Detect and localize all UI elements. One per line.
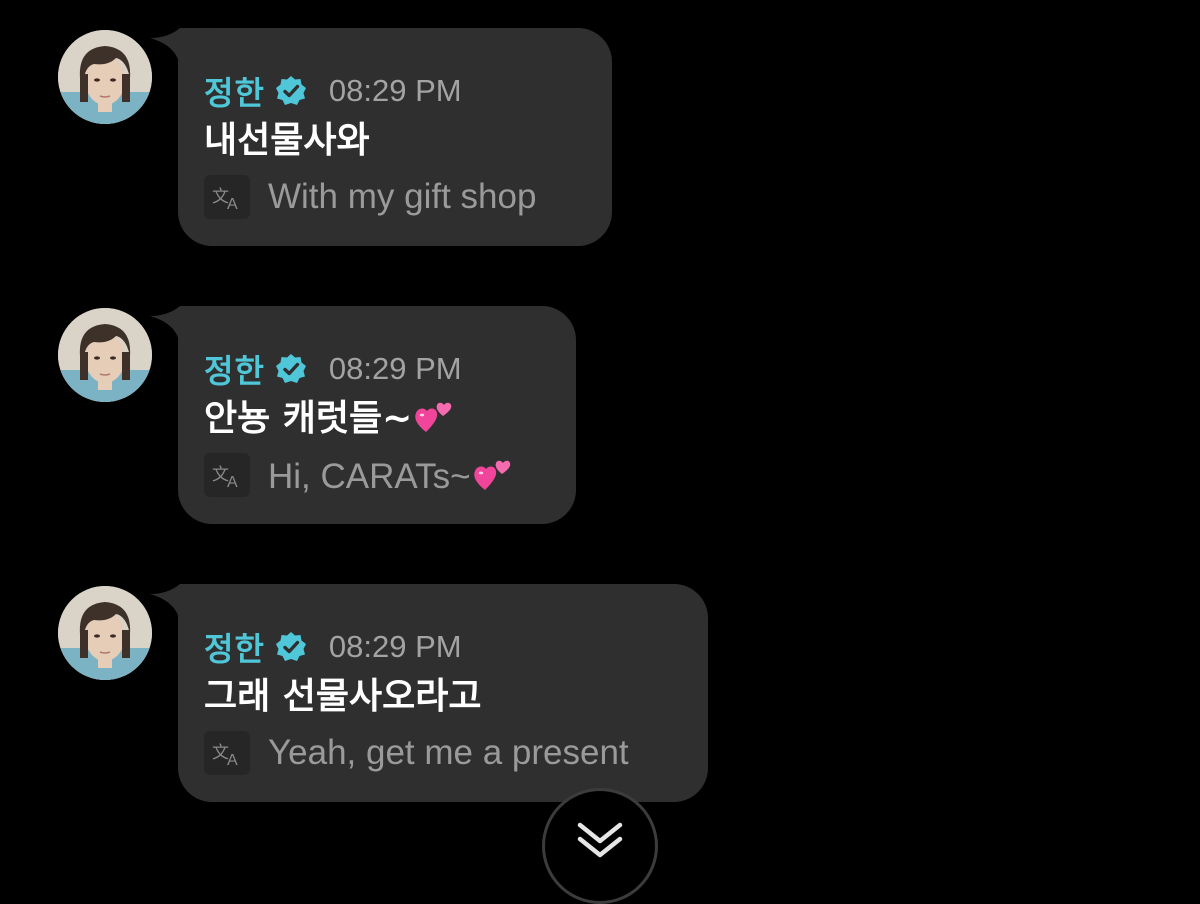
message-bubble[interactable]: 정한 08:29 PM 내선물사와 文 A With my gift shop bbox=[178, 28, 612, 246]
translate-icon[interactable]: 文 A bbox=[204, 731, 250, 775]
message-text-line: 안뇽 캐럿들~ bbox=[204, 394, 454, 444]
avatar[interactable] bbox=[58, 308, 152, 402]
sender-name[interactable]: 정한 bbox=[204, 624, 265, 670]
chat-thread: 정한 08:29 PM 내선물사와 文 A With my gift shop bbox=[0, 0, 1200, 904]
svg-text:A: A bbox=[227, 752, 238, 768]
message-bubble[interactable]: 정한 08:29 PM 안뇽 캐럿들~ 文 A Hi, CARATs~ bbox=[178, 306, 576, 524]
avatar[interactable] bbox=[58, 586, 152, 680]
message-header: 정한 08:29 PM bbox=[204, 66, 462, 116]
message-translation: Hi, CARATs~ bbox=[268, 456, 471, 496]
avatar-image bbox=[58, 308, 152, 402]
sender-name[interactable]: 정한 bbox=[204, 68, 265, 114]
message-translation-line: Hi, CARATs~ bbox=[268, 454, 513, 497]
message-text: 내선물사와 bbox=[204, 120, 370, 161]
translate-icon[interactable]: 文 A bbox=[204, 175, 250, 219]
translation-row: 文 A With my gift shop bbox=[204, 170, 536, 224]
message-translation: Yeah, get me a present bbox=[268, 733, 629, 772]
message-timestamp: 08:29 PM bbox=[328, 351, 462, 386]
message-timestamp: 08:29 PM bbox=[328, 73, 462, 108]
message-timestamp: 08:29 PM bbox=[328, 629, 462, 664]
svg-text:A: A bbox=[227, 474, 238, 490]
avatar-image bbox=[58, 586, 152, 680]
sender-name[interactable]: 정한 bbox=[204, 346, 265, 392]
message-text: 그래 선물사오라고 bbox=[204, 676, 482, 717]
message-text: 안뇽 캐럿들~ bbox=[204, 398, 413, 439]
scroll-to-bottom-button[interactable] bbox=[542, 788, 658, 904]
verified-badge-icon bbox=[275, 632, 306, 661]
two-hearts-emoji bbox=[415, 402, 452, 432]
double-chevron-down-icon bbox=[577, 822, 623, 858]
message-bubble[interactable]: 정한 08:29 PM 그래 선물사오라고 文 A Yeah, get me a… bbox=[178, 584, 708, 802]
message-translation: With my gift shop bbox=[268, 177, 537, 216]
two-hearts-emoji bbox=[473, 460, 510, 490]
verified-badge-icon bbox=[275, 354, 306, 383]
translate-icon[interactable]: 文 A bbox=[204, 453, 250, 497]
verified-badge-icon bbox=[275, 76, 306, 105]
message-header: 정한 08:29 PM bbox=[204, 344, 462, 394]
translation-row: 文 A Yeah, get me a present bbox=[204, 726, 629, 780]
translation-row: 文 A Hi, CARATs~ bbox=[204, 448, 513, 502]
message-header: 정한 08:29 PM bbox=[204, 622, 462, 672]
avatar[interactable] bbox=[58, 30, 152, 124]
svg-text:A: A bbox=[227, 196, 238, 212]
avatar-image bbox=[58, 30, 152, 124]
